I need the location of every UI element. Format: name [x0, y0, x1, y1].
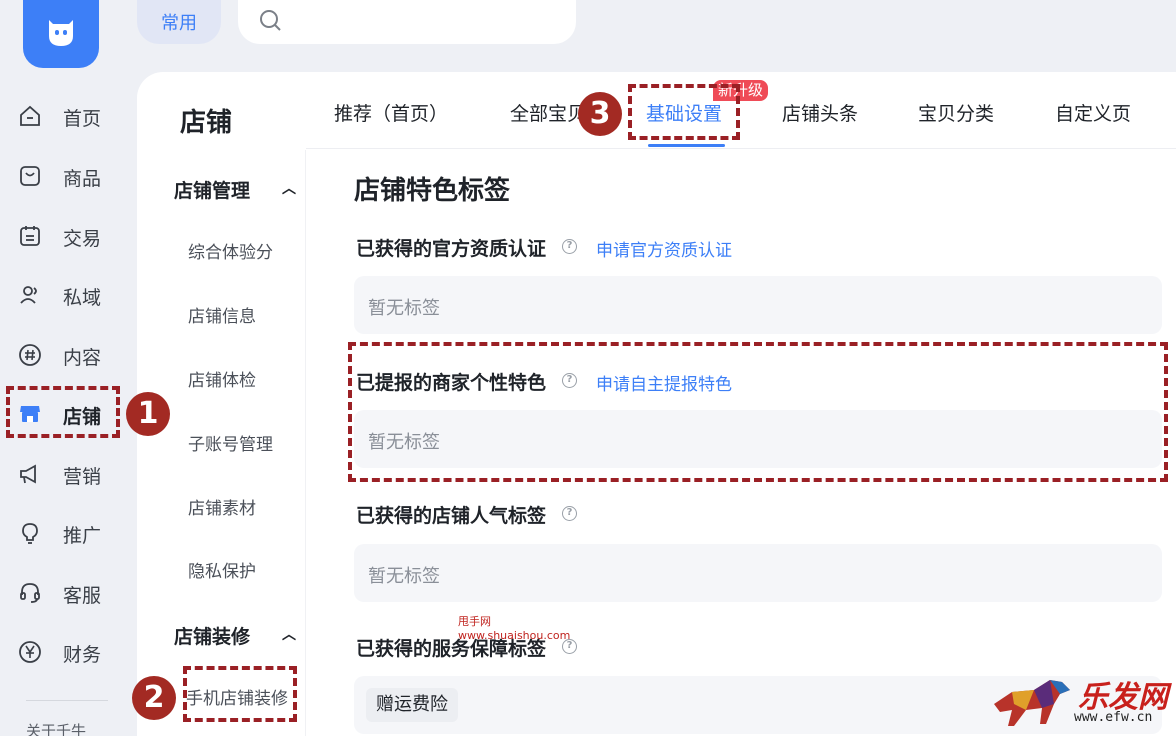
trade-icon	[20, 226, 40, 246]
nav-item-trade[interactable]: 交易	[0, 216, 124, 256]
about-link[interactable]: 关于千牛	[26, 720, 86, 736]
submenu-item[interactable]: 子账号管理	[188, 430, 273, 455]
nav-label: 首页	[63, 108, 102, 130]
nav-label: 商品	[63, 168, 102, 190]
submenu-item[interactable]: 综合体验分	[188, 238, 273, 263]
nav-item-service[interactable]: 客服	[0, 573, 124, 613]
nav-item-finance[interactable]: 财务	[0, 632, 124, 672]
chevron-up-icon: ︿	[282, 181, 296, 197]
goods-icon	[20, 166, 40, 186]
divider	[305, 150, 306, 736]
step-badge-1: 1	[126, 392, 170, 436]
corner-logo: 乐发网 www.efw.cn	[990, 672, 1170, 732]
divider	[26, 700, 108, 701]
tab-custom-pages[interactable]: 自定义页	[1055, 99, 1131, 126]
hash-icon	[19, 344, 41, 366]
chevron-up-icon: ︿	[282, 627, 296, 643]
submenu-group-label: 店铺管理	[174, 180, 251, 202]
page-title: 店铺	[180, 108, 233, 138]
section-title: 店铺特色标签	[354, 176, 511, 206]
submenu-item[interactable]: 店铺信息	[188, 302, 256, 327]
submenu-group-label: 店铺装修	[174, 626, 251, 648]
common-button[interactable]: 常用	[137, 0, 221, 44]
nav-item-home[interactable]: 首页	[0, 96, 124, 136]
tag-box: 暂无标签	[354, 544, 1162, 602]
tag-box: 暂无标签	[354, 276, 1162, 334]
nav-label: 客服	[63, 585, 102, 607]
tab-all-items[interactable]: 全部宝贝	[510, 99, 584, 126]
users-icon	[20, 286, 37, 304]
highlight-box	[6, 386, 120, 438]
nav-label: 营销	[63, 466, 102, 488]
nav-label: 财务	[63, 644, 102, 666]
nav-item-private[interactable]: 私域	[0, 275, 124, 315]
app-logo[interactable]	[23, 0, 99, 68]
logo-url: www.efw.cn	[1074, 710, 1153, 725]
nav-item-goods[interactable]: 商品	[0, 156, 124, 196]
nav-label: 交易	[63, 228, 102, 250]
nav-label: 推广	[63, 525, 102, 547]
horse-logo-icon	[994, 680, 1070, 726]
watermark-text: 甩手网	[458, 615, 491, 628]
search-input[interactable]	[238, 0, 576, 44]
field-label: 已获得的店铺人气标签	[356, 505, 547, 527]
submenu-item[interactable]: 店铺素材	[188, 494, 256, 519]
home-icon	[20, 105, 40, 126]
tab-store-headlines[interactable]: 店铺头条	[782, 99, 858, 126]
nav-label: 私域	[63, 287, 102, 309]
submenu-group-store-decoration[interactable]: 店铺装修 ︿	[174, 622, 296, 649]
highlight-box	[183, 666, 297, 722]
step-badge-3: 3	[578, 92, 622, 136]
apply-official-cert-link[interactable]: 申请官方资质认证	[596, 236, 732, 261]
megaphone-icon	[20, 464, 36, 484]
submenu-item[interactable]: 隐私保护	[188, 557, 256, 582]
cow-logo-icon	[49, 20, 73, 46]
search-icon	[260, 10, 281, 31]
step-badge-2: 2	[132, 676, 176, 720]
bulb-icon	[22, 523, 38, 544]
empty-text: 暂无标签	[368, 566, 440, 587]
nav-item-content[interactable]: 内容	[0, 335, 124, 375]
empty-text: 暂无标签	[368, 298, 440, 319]
nav-item-promotion[interactable]: 推广	[0, 513, 124, 553]
highlight-box	[628, 84, 740, 140]
field-label: 已获得的官方资质认证	[356, 238, 547, 260]
active-tab-indicator	[648, 144, 725, 147]
tabs-divider	[306, 148, 1176, 149]
service-tag-chip: 赠运费险	[366, 688, 458, 722]
watermark-url: www.shuaishou.com	[458, 629, 571, 642]
nav-label: 内容	[63, 347, 102, 369]
nav-item-marketing[interactable]: 营销	[0, 454, 124, 494]
submenu-item[interactable]: 店铺体检	[188, 366, 256, 391]
yen-icon	[19, 641, 41, 663]
tab-recommend[interactable]: 推荐（首页）	[334, 99, 448, 126]
help-icon[interactable]: ?	[562, 506, 577, 521]
submenu-group-store-management[interactable]: 店铺管理 ︿	[174, 176, 296, 203]
help-icon[interactable]: ?	[562, 239, 577, 254]
left-rail: 首页 商品 交易 私域 内容 店铺 营销 推广 客服 财务 关于千牛	[0, 0, 124, 736]
tab-categories[interactable]: 宝贝分类	[918, 99, 994, 126]
highlight-box	[348, 342, 1168, 482]
headset-icon	[20, 583, 40, 603]
